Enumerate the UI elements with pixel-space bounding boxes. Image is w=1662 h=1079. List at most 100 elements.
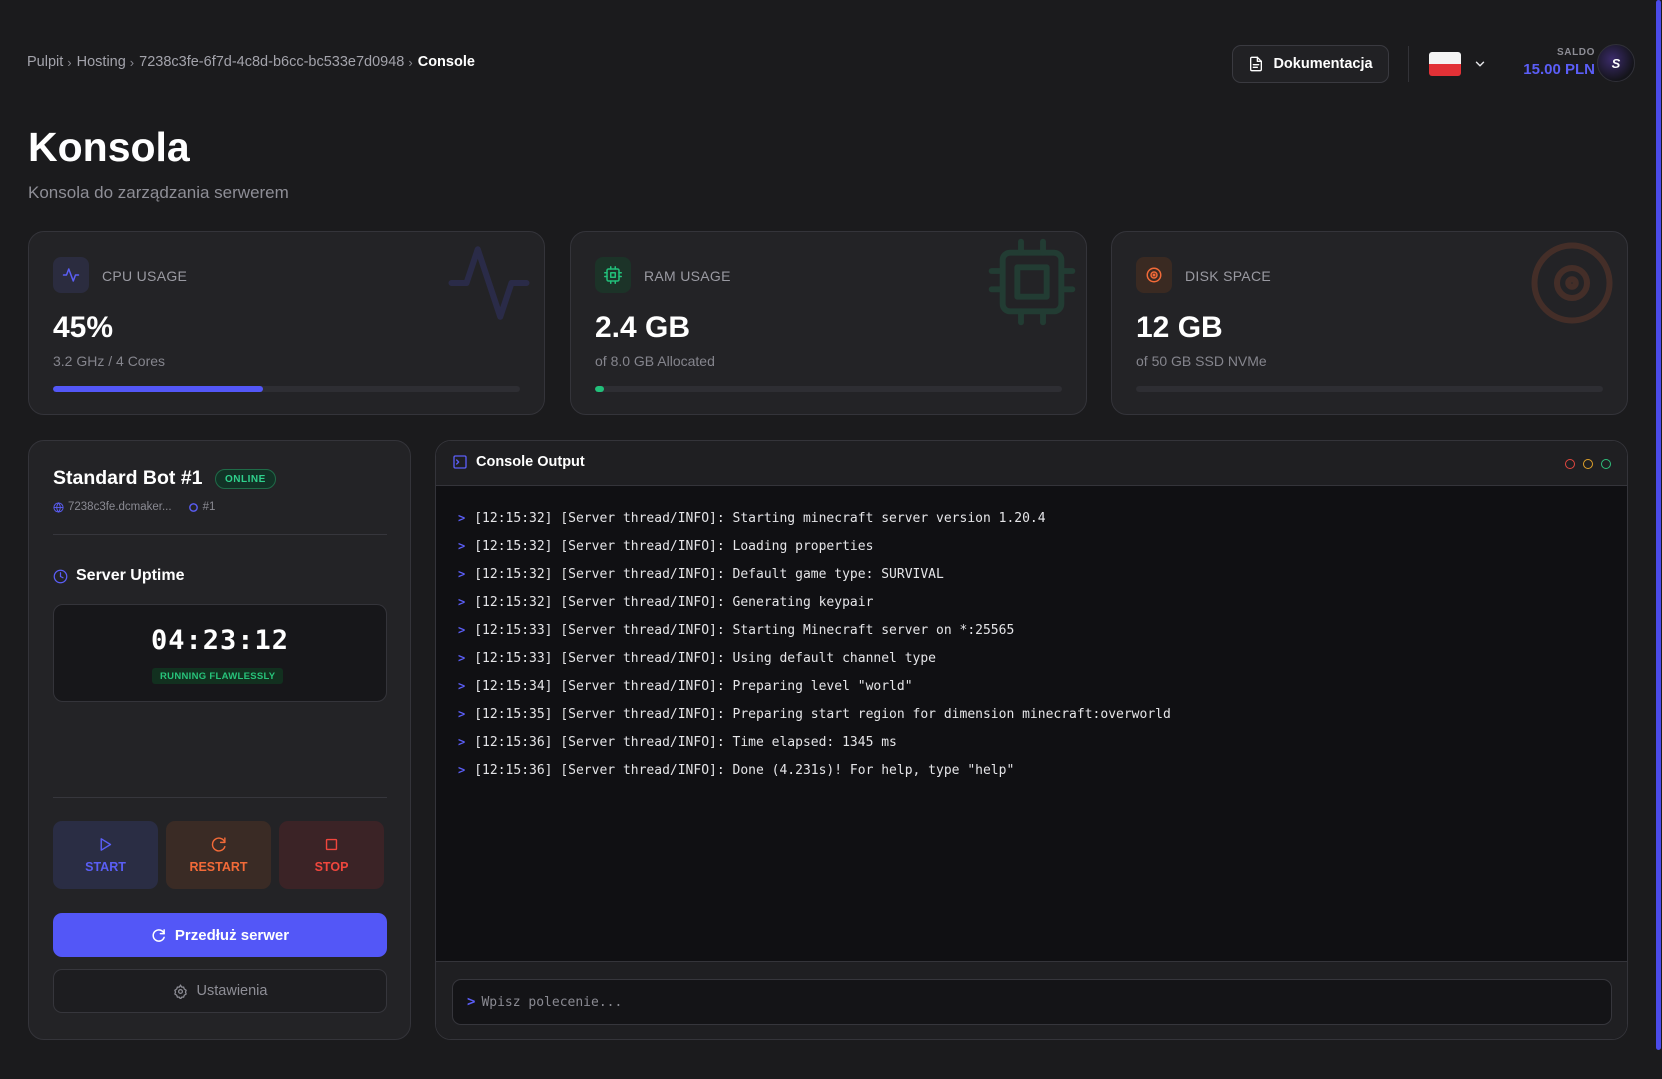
red-dot-icon	[1565, 459, 1575, 469]
prompt-arrow-icon: >	[458, 539, 466, 553]
top-bar: Pulpit › Hosting › 7238c3fe-6f7d-4c8d-b6…	[27, 44, 1637, 84]
cpu-icon-box	[53, 257, 89, 293]
play-icon	[100, 838, 112, 851]
chevron-right-icon: ›	[67, 54, 72, 70]
uptime-status: RUNNING FLAWLESSLY	[152, 668, 284, 684]
log-line-text: [12:15:33] [Server thread/INFO]: Using d…	[474, 650, 937, 666]
prompt-arrow-icon: >	[458, 595, 466, 609]
prompt-arrow-icon: >	[458, 511, 466, 525]
log-line: > [12:15:32] [Server thread/INFO]: Loadin…	[458, 532, 1171, 560]
prompt-arrow-icon: >	[458, 651, 466, 665]
cpu-usage-value: 45%	[53, 311, 114, 344]
log-line: > [12:15:36] [Server thread/INFO]: Done (…	[458, 756, 1171, 784]
log-line: > [12:15:36] [Server thread/INFO]: Time e…	[458, 728, 1171, 756]
server-host: 7238c3fe.dcmaker...	[53, 501, 172, 513]
server-name: Standard Bot #1	[53, 467, 203, 489]
log-line-text: [12:15:32] [Server thread/INFO]: Generat…	[474, 594, 874, 610]
console-title: Console Output	[452, 454, 585, 470]
page-title: Konsola	[28, 124, 190, 170]
log-line: > [12:15:32] [Server thread/INFO]: Genera…	[458, 588, 1171, 616]
chevron-right-icon: ›	[129, 54, 135, 70]
uptime-title: Server Uptime	[76, 567, 185, 584]
console-title-text: Console Output	[476, 454, 585, 470]
log-line: > [12:15:33] [Server thread/INFO]: Using …	[458, 644, 1171, 672]
breadcrumb-item-hosting[interactable]: Hosting	[77, 54, 126, 70]
start-button[interactable]: START	[53, 821, 158, 889]
uptime-box: 04:23:12 RUNNING FLAWLESSLY	[53, 604, 387, 702]
stop-label: STOP	[314, 860, 349, 874]
prompt-arrow-icon: >	[458, 567, 466, 581]
user-avatar[interactable]: S	[1597, 44, 1635, 82]
prompt-arrow-icon: >	[458, 679, 466, 693]
extend-server-button[interactable]: Przedłuż serwer	[53, 913, 387, 957]
log-line-text: [12:15:32] [Server thread/INFO]: Default…	[474, 566, 944, 582]
stop-button[interactable]: STOP	[279, 821, 384, 889]
refresh-icon	[211, 837, 226, 852]
log-line: > [12:15:34] [Server thread/INFO]: Prepar…	[458, 672, 1171, 700]
server-host-text: 7238c3fe.dcmaker...	[68, 501, 172, 513]
log-line: > [12:15:32] [Server thread/INFO]: Starti…	[458, 504, 1171, 532]
balance-label: SALDO	[1557, 47, 1595, 58]
server-id: #1	[188, 501, 215, 513]
restart-button[interactable]: RESTART	[166, 821, 271, 889]
console-header: Console Output	[436, 441, 1627, 486]
divider	[53, 797, 387, 798]
chip-icon	[604, 266, 622, 284]
divider	[1408, 46, 1409, 82]
disk-icon-box	[1136, 257, 1172, 293]
cpu-usage-bar	[53, 386, 520, 392]
settings-button[interactable]: Ustawienia	[53, 969, 387, 1013]
stop-icon	[325, 838, 338, 851]
disk-icon	[1531, 242, 1613, 324]
activity-icon	[448, 246, 530, 320]
chip-icon	[988, 238, 1076, 326]
command-input[interactable]	[481, 994, 1582, 1010]
ram-usage-detail: of 8.0 GB Allocated	[595, 353, 715, 369]
ram-usage-bar-fill	[595, 386, 605, 392]
prompt-arrow-icon: >	[458, 735, 466, 749]
window-dots	[1565, 459, 1611, 469]
scrollbar-thumb[interactable]	[1656, 0, 1661, 1050]
scrollbar[interactable]	[1654, 0, 1662, 1079]
gear-icon	[188, 502, 198, 512]
disk-icon	[1146, 267, 1162, 283]
cpu-usage-bar-fill	[53, 386, 264, 392]
breadcrumb: Pulpit › Hosting › 7238c3fe-6f7d-4c8d-b6…	[27, 54, 475, 70]
uptime-value: 04:23:12	[150, 625, 290, 656]
balance: SALDO 15.00 PLN	[1503, 47, 1595, 78]
poland-flag-icon	[1429, 52, 1461, 76]
yellow-dot-icon	[1583, 459, 1593, 469]
balance-value: 15.00 PLN	[1523, 61, 1595, 78]
prompt-arrow-icon: >	[458, 707, 466, 721]
divider	[53, 534, 387, 535]
log-line-text: [12:15:34] [Server thread/INFO]: Prepari…	[474, 678, 913, 694]
cpu-usage-detail: 3.2 GHz / 4 Cores	[53, 353, 166, 369]
breadcrumb-current: Console	[417, 54, 475, 70]
log-line: > [12:15:35] [Server thread/INFO]: Prepar…	[458, 700, 1171, 728]
disk-space-card: DISK SPACE 12 GB of 50 GB SSD NVMe	[1111, 231, 1628, 415]
language-selector[interactable]	[1429, 52, 1487, 76]
globe-icon	[53, 501, 64, 513]
log-line-text: [12:15:32] [Server thread/INFO]: Loading…	[474, 538, 874, 554]
cpu-usage-card: CPU USAGE 45% 3.2 GHz / 4 Cores	[28, 231, 545, 415]
breadcrumb-item-server-id[interactable]: 7238c3fe-6f7d-4c8d-b6cc-bc533e7d0948	[139, 54, 404, 70]
disk-space-value: 12 GB	[1136, 311, 1223, 344]
clock-icon	[53, 569, 68, 583]
prompt-arrow-icon: >	[458, 763, 466, 777]
console-panel: Console Output > [12:15:32] [Server threa…	[435, 440, 1628, 1040]
chevron-down-icon	[1475, 61, 1485, 67]
log-line-text: [12:15:36] [Server thread/INFO]: Time el…	[474, 734, 897, 750]
documentation-button[interactable]: Dokumentacja	[1232, 45, 1389, 83]
disk-space-detail: of 50 GB SSD NVMe	[1136, 353, 1267, 369]
ram-usage-label: RAM USAGE	[644, 268, 731, 284]
log-line-text: [12:15:35] [Server thread/INFO]: Prepari…	[474, 706, 1171, 722]
ram-usage-bar	[595, 386, 1062, 392]
start-label: START	[85, 860, 126, 874]
restart-label: RESTART	[189, 860, 248, 874]
log-line: > [12:15:33] [Server thread/INFO]: Starti…	[458, 616, 1171, 644]
breadcrumb-item-pulpit[interactable]: Pulpit	[27, 54, 63, 70]
ram-icon-box	[595, 257, 631, 293]
log-line-text: [12:15:36] [Server thread/INFO]: Done (4…	[474, 762, 1015, 778]
command-input-wrapper[interactable]: >	[452, 979, 1612, 1025]
console-footer: >	[436, 961, 1627, 1039]
